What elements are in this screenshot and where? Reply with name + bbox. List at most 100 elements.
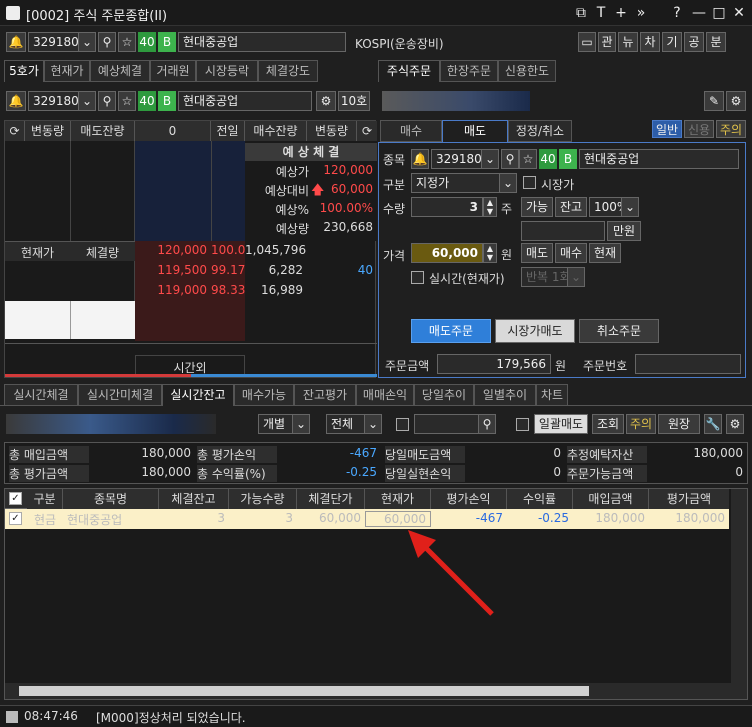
add-icon[interactable]: + [612,4,630,22]
chevron-down-icon[interactable]: ⌄ [78,32,96,52]
account-input[interactable] [382,91,530,111]
tab-buyable[interactable]: 매수가능 [234,384,294,406]
wrench-icon[interactable]: 🔧 [704,414,722,434]
tab-strength[interactable]: 체결강도 [258,60,318,82]
depth-select[interactable]: 10호 [338,91,370,111]
sum-value: 0 [553,446,561,460]
cancel-order-button[interactable]: 취소주문 [579,319,659,343]
market-sell-button[interactable]: 시장가매도 [495,319,575,343]
ask-price-button[interactable]: 매도 [521,243,553,263]
minimize-icon[interactable]: — [690,4,708,22]
balance-button[interactable]: 잔고 [555,197,587,217]
avail-button[interactable]: 가능 [521,197,553,217]
print-icon[interactable]: ▭ [578,32,596,52]
subtab-sell[interactable]: 매도 [442,120,508,142]
vertical-scrollbar[interactable] [731,489,747,683]
horizontal-scrollbar[interactable] [5,683,747,699]
tool-5[interactable]: 공 [684,32,704,52]
tab-5hoga[interactable]: 5호가 [4,60,44,82]
subtab-buy[interactable]: 매수 [380,120,442,142]
tool-3[interactable]: 차 [640,32,660,52]
mode-normal[interactable]: 일반 [652,120,682,138]
gear-icon[interactable]: ⚙ [316,91,336,111]
tool-4[interactable]: 기 [662,32,682,52]
mode-caution[interactable]: 주의 [716,120,746,138]
current-price-button[interactable]: 현재 [589,243,621,263]
tab-broker[interactable]: 거래원 [150,60,196,82]
gear-icon[interactable]: ⚙ [726,414,744,434]
tab-day-trend[interactable]: 일별추이 [474,384,536,406]
bid-price-button[interactable]: 매수 [555,243,587,263]
tab-onesheet[interactable]: 한장주문 [440,60,498,82]
tab-pnl[interactable]: 매매손익 [356,384,414,406]
refresh-icon[interactable]: ⟳ [5,121,25,141]
tab-market[interactable]: 시장등락 [196,60,258,82]
bid-price[interactable]: 120,000 [135,243,211,257]
bid-price[interactable]: 119,000 [135,283,211,297]
star-icon[interactable]: ☆ [118,32,136,52]
scroll-thumb[interactable] [19,686,589,696]
tab-daily-trend[interactable]: 당일추이 [414,384,474,406]
star-icon[interactable]: ☆ [118,91,136,111]
ledger-button[interactable]: 원장 [658,414,700,434]
search-icon[interactable]: ⚲ [501,149,519,169]
chevron-down-icon[interactable]: ⌄ [292,414,310,434]
bulk-sell-button[interactable]: 일괄매도 [534,414,588,434]
tab-eval[interactable]: 잔고평가 [294,384,356,406]
tool-2[interactable]: 뉴 [618,32,638,52]
row-checkbox[interactable]: ✓ [9,512,22,525]
sell-order-button[interactable]: 매도주문 [411,319,491,343]
tab-realtime-unfilled[interactable]: 실시간미체결 [78,384,162,406]
more-icon[interactable]: » [632,4,650,22]
chevron-down-icon[interactable]: ⌄ [499,173,517,193]
tab-realtime-balance[interactable]: 실시간잔고 [162,384,234,406]
chevron-down-icon[interactable]: ⌄ [78,91,96,111]
bid-qty: 16,989 [261,283,303,297]
account-input-bottom[interactable] [6,414,216,434]
bulk-checkbox[interactable] [516,418,529,431]
chevron-down-icon[interactable]: ⌄ [481,149,499,169]
bell-icon[interactable]: 🔔 [411,149,429,169]
qty-stepper[interactable]: ▲ ▼ [483,197,497,217]
chevron-down-icon[interactable]: ⌄ [621,197,639,217]
search-icon[interactable]: ⚲ [478,414,496,434]
maximize-icon[interactable]: □ [710,4,728,22]
query-button[interactable]: 조회 [592,414,624,434]
price-stepper[interactable]: ▲ ▼ [483,243,497,263]
bid-price[interactable]: 119,500 [135,263,211,277]
edit-icon[interactable]: ✎ [704,91,724,111]
tab-expected[interactable]: 예상체결 [90,60,150,82]
mode-credit[interactable]: 신용 [684,120,714,138]
qty-input[interactable]: 3 [411,197,483,217]
manwon-button[interactable]: 만원 [607,221,641,241]
help-icon[interactable]: ? [668,4,686,22]
tool-6[interactable]: 분 [706,32,726,52]
font-icon[interactable]: T [592,4,610,22]
table-row[interactable]: ✓ 현금 현대중공업 3 3 60,000 60,000 -467 -0.25 … [5,509,729,529]
tab-credit-limit[interactable]: 신용한도 [498,60,556,82]
market-checkbox[interactable] [523,176,536,189]
star-icon[interactable]: ☆ [519,149,537,169]
tool-1[interactable]: 관 [598,32,616,52]
caution-button[interactable]: 주의 [626,414,656,434]
tab-current[interactable]: 현재가 [44,60,90,82]
filter-checkbox[interactable] [396,418,409,431]
subtab-modify[interactable]: 정정/취소 [508,120,572,142]
gear-icon[interactable]: ⚙ [726,91,746,111]
tab-realtime-fill[interactable]: 실시간체결 [4,384,78,406]
search-icon[interactable]: ⚲ [98,91,116,111]
close-icon[interactable]: ✕ [730,4,748,22]
select-all-checkbox[interactable]: ✓ [9,492,22,505]
chevron-down-icon[interactable]: ⌄ [364,414,382,434]
bell-icon[interactable]: 🔔 [6,32,26,52]
tab-chart[interactable]: 차트 [536,384,568,406]
tile-icon[interactable]: ⧉ [572,4,590,22]
price-input[interactable]: 60,000 [411,243,483,263]
manwon-input[interactable] [521,221,605,241]
tab-stock-order[interactable]: 주식주문 [378,60,440,82]
refresh-icon[interactable]: ⟳ [357,121,377,141]
chevron-down-icon[interactable]: ⌄ [567,267,585,287]
bell-icon[interactable]: 🔔 [6,91,26,111]
realtime-checkbox[interactable] [411,271,424,284]
search-icon[interactable]: ⚲ [98,32,116,52]
